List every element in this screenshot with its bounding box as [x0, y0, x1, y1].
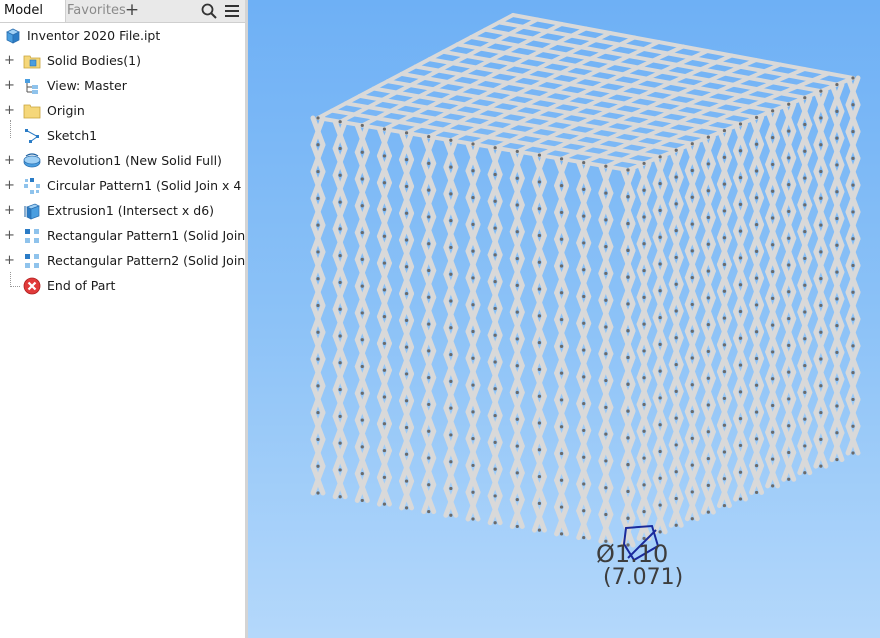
tree-item-label: End of Part — [47, 278, 116, 293]
tree-item-origin[interactable]: + Origin — [0, 99, 245, 123]
solid-bodies-folder-icon — [23, 55, 41, 69]
tree-item-circular-pattern1[interactable]: + Circular Pattern1 (Solid Join x 4 ul — [0, 174, 245, 198]
dimension-reference[interactable]: (7.071) — [603, 565, 683, 590]
tree-item-label: Revolution1 (New Solid Full) — [47, 153, 222, 168]
lattice-cube-model[interactable] — [248, 0, 880, 638]
tree-item-view-master[interactable]: + View: Master — [0, 74, 245, 98]
view-rep-icon — [25, 79, 38, 94]
tree-item-label: Sketch1 — [47, 128, 98, 143]
dimension-diameter[interactable]: Ø1.10 — [596, 540, 668, 568]
tree-item-label: View: Master — [47, 78, 127, 93]
expand-icon[interactable]: + — [4, 204, 15, 217]
tree-item-rectangular-pattern2[interactable]: + Rectangular Pattern2 (Solid Join x — [0, 249, 245, 273]
search-icon[interactable] — [200, 2, 218, 20]
revolve-icon — [23, 153, 41, 168]
tree-item-label: Rectangular Pattern1 (Solid Join x — [47, 228, 245, 243]
tree-item-label: Circular Pattern1 (Solid Join x 4 ul — [47, 178, 245, 193]
model-browser-panel: Model Favorites + Inventor 2020 File.ipt… — [0, 0, 245, 638]
circular-pattern-icon — [24, 178, 40, 194]
tree-item-label: Solid Bodies(1) — [47, 53, 141, 68]
extrude-icon — [24, 203, 40, 220]
tree-item-solid-bodies[interactable]: + Solid Bodies(1) — [0, 49, 245, 73]
tab-model[interactable]: Model — [0, 0, 66, 22]
tree-item-extrusion1[interactable]: + Extrusion1 (Intersect x d6) — [0, 199, 245, 223]
tree-item-sketch1[interactable]: Sketch1 — [0, 124, 245, 148]
expand-icon[interactable]: + — [4, 104, 15, 117]
browser-tab-bar: Model Favorites + — [0, 0, 245, 23]
tab-favorites[interactable]: Favorites — [63, 0, 130, 22]
graphics-viewport[interactable]: Ø1.10 (7.071) — [248, 0, 880, 638]
expand-icon[interactable]: + — [4, 154, 15, 167]
add-tab-button[interactable]: + — [124, 2, 140, 19]
tree-item-label: Extrusion1 (Intersect x d6) — [47, 203, 215, 218]
tree-item-rectangular-pattern1[interactable]: + Rectangular Pattern1 (Solid Join x — [0, 224, 245, 248]
rectangular-pattern-icon — [25, 254, 39, 268]
tree-item-revolution1[interactable]: + Revolution1 (New Solid Full) — [0, 149, 245, 173]
part-icon — [6, 28, 20, 44]
tree-item-part[interactable]: Inventor 2020 File.ipt — [0, 24, 245, 48]
expand-icon[interactable]: + — [4, 179, 15, 192]
expand-icon[interactable]: + — [4, 229, 15, 242]
tree-item-label: Inventor 2020 File.ipt — [27, 28, 161, 43]
expand-icon[interactable]: + — [4, 54, 15, 67]
origin-folder-icon — [23, 104, 41, 119]
tree-item-label: Rectangular Pattern2 (Solid Join x — [47, 253, 245, 268]
expand-icon[interactable]: + — [4, 79, 15, 92]
end-of-part-icon — [23, 277, 41, 295]
tree-item-end-of-part[interactable]: End of Part — [0, 274, 245, 298]
rectangular-pattern-icon — [25, 229, 39, 243]
sketch-icon — [25, 129, 39, 143]
tree-item-label: Origin — [47, 103, 85, 118]
menu-icon[interactable] — [223, 2, 241, 20]
expand-icon[interactable]: + — [4, 254, 15, 267]
